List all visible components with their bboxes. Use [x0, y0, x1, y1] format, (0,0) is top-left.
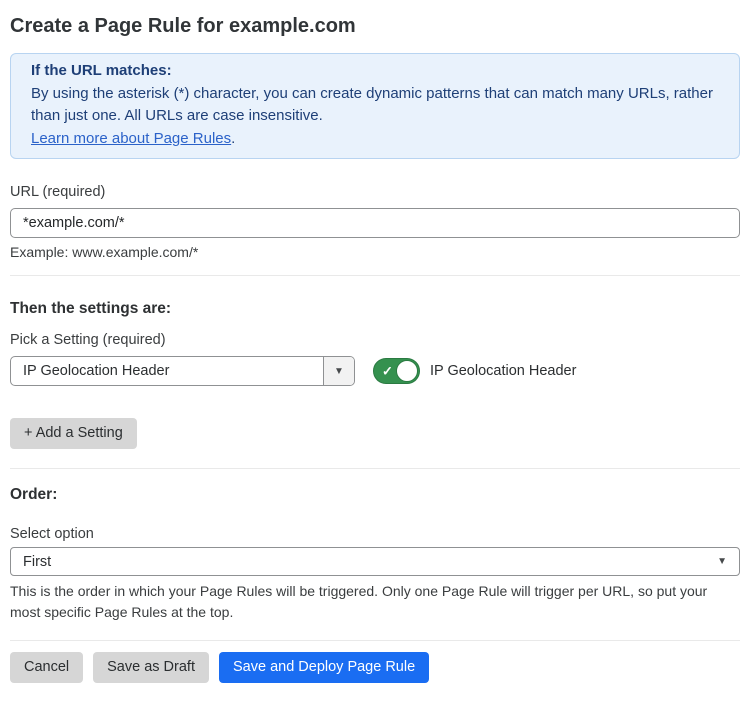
url-match-info-box: If the URL matches: By using the asteris… [10, 53, 740, 159]
order-select-value: First [11, 554, 717, 570]
chevron-down-icon: ▼ [717, 556, 739, 567]
setting-dropdown-value: IP Geolocation Header [11, 357, 323, 385]
toggle-label: IP Geolocation Header [430, 363, 576, 379]
settings-section-heading: Then the settings are: [10, 300, 740, 318]
setting-dropdown-arrow-button[interactable]: ▼ [323, 357, 354, 385]
form-actions: Cancel Save as Draft Save and Deploy Pag… [10, 652, 740, 683]
info-box-body: By using the asterisk (*) character, you… [31, 83, 719, 128]
url-field-label: URL (required) [10, 183, 740, 201]
chevron-down-icon: ▼ [334, 366, 344, 377]
add-setting-button[interactable]: + Add a Setting [10, 418, 137, 449]
order-help-text: This is the order in which your Page Rul… [10, 581, 740, 623]
url-input[interactable] [10, 208, 740, 238]
link-suffix: . [231, 130, 235, 147]
cancel-button[interactable]: Cancel [10, 652, 83, 683]
setting-picker-label: Pick a Setting (required) [10, 331, 740, 349]
order-select[interactable]: First ▼ [10, 547, 740, 576]
order-section-heading: Order: [10, 486, 740, 504]
divider [10, 640, 740, 641]
info-box-heading: If the URL matches: [31, 60, 719, 83]
url-example-text: Example: www.example.com/* [10, 243, 740, 261]
divider [10, 275, 740, 276]
check-icon: ✓ [382, 365, 393, 378]
info-box-link-line: Learn more about Page Rules. [31, 128, 719, 151]
page-title: Create a Page Rule for example.com [10, 14, 740, 38]
page-rule-form: Create a Page Rule for example.com If th… [0, 14, 750, 683]
divider [10, 468, 740, 469]
ip-geolocation-toggle[interactable]: ✓ [373, 358, 420, 384]
setting-dropdown[interactable]: IP Geolocation Header ▼ [10, 356, 355, 386]
save-deploy-button[interactable]: Save and Deploy Page Rule [219, 652, 429, 683]
setting-row: IP Geolocation Header ▼ ✓ IP Geolocation… [10, 356, 740, 386]
toggle-knob [396, 360, 418, 382]
save-draft-button[interactable]: Save as Draft [93, 652, 209, 683]
learn-more-link[interactable]: Learn more about Page Rules [31, 130, 231, 147]
order-select-label: Select option [10, 525, 740, 543]
